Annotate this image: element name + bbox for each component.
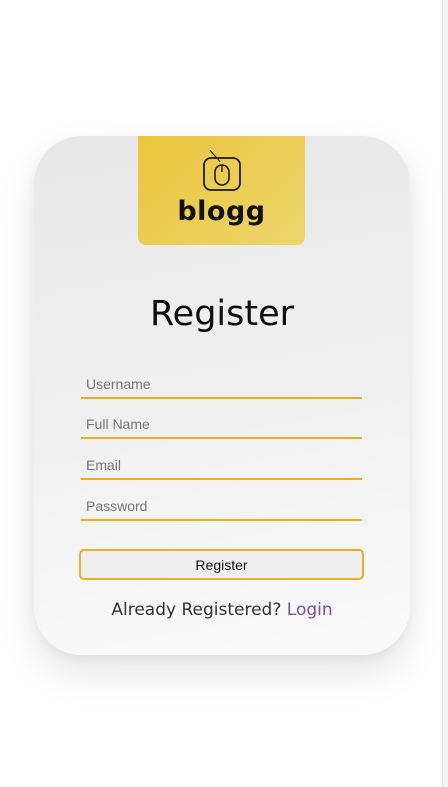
register-button[interactable]: Register [79,549,364,580]
login-prompt: Already Registered? Login [34,598,410,622]
password-field[interactable] [81,493,362,521]
register-card: blogg Register Register Already Register… [34,136,410,655]
page-title: Register [149,294,295,334]
username-field[interactable] [81,371,362,399]
email-field[interactable] [81,452,362,480]
login-prompt-text: Already Registered? [111,600,282,620]
mouse-icon [203,150,241,191]
logo: blogg [138,136,305,245]
scrollbar-edge [442,0,448,787]
login-link[interactable]: Login [287,600,333,620]
brand-name: blogg [177,196,266,227]
full-name-field[interactable] [81,411,362,439]
